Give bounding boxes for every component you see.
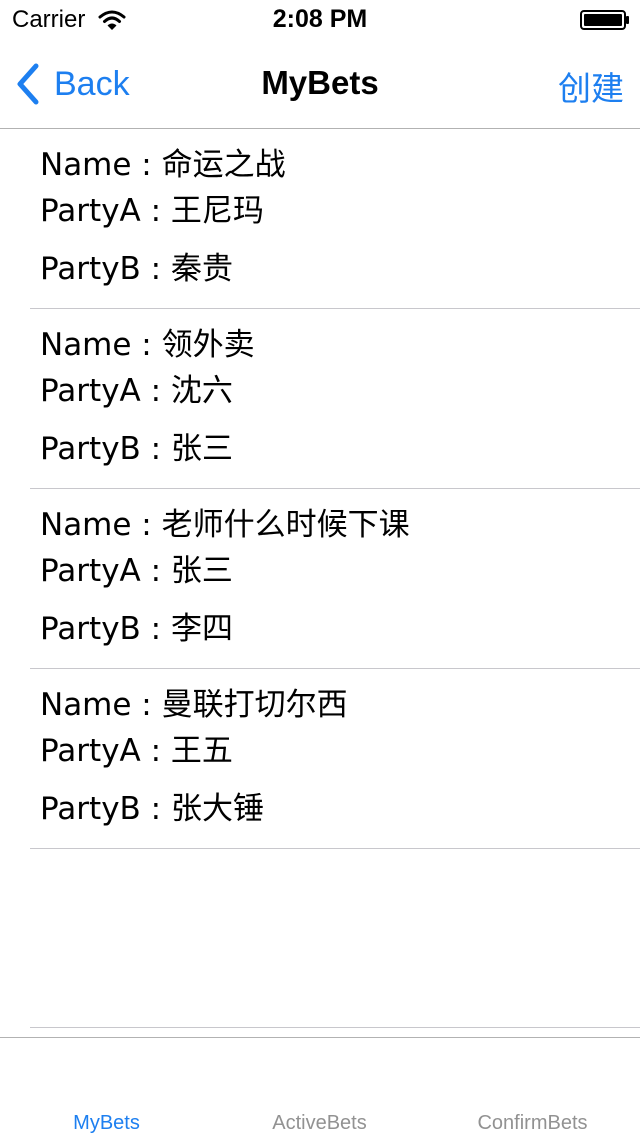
bet-name: Name : 命运之战 bbox=[40, 147, 286, 183]
bet-name: Name : 曼联打切尔西 bbox=[40, 687, 348, 723]
bet-party-a: PartyA : 王五 bbox=[40, 733, 233, 769]
bet-party-b: PartyB : 张三 bbox=[40, 431, 233, 467]
list-item[interactable]: Name : 领外卖 PartyA : 沈六 PartyB : 张三 bbox=[30, 309, 640, 489]
list-item[interactable]: Name : 老师什么时候下课 PartyA : 张三 PartyB : 李四 bbox=[30, 489, 640, 669]
divider bbox=[30, 1027, 640, 1028]
bet-party-a: PartyA : 张三 bbox=[40, 553, 233, 589]
tab-confirmbets[interactable]: ConfirmBets bbox=[426, 1112, 639, 1134]
bet-name: Name : 老师什么时候下课 bbox=[40, 507, 410, 543]
tab-activebets[interactable]: ActiveBets bbox=[213, 1112, 426, 1134]
page-title: MyBets bbox=[261, 64, 379, 101]
tab-mybets[interactable]: MyBets bbox=[0, 1112, 213, 1134]
bet-name: Name : 领外卖 bbox=[40, 327, 255, 363]
status-time: 2:08 PM bbox=[272, 5, 368, 33]
list-item[interactable]: Name : 命运之战 PartyA : 王尼玛 PartyB : 秦贵 bbox=[30, 129, 640, 309]
bet-party-a: PartyA : 沈六 bbox=[40, 373, 233, 409]
navigation-bar: Back MyBets 创建 bbox=[0, 40, 640, 129]
create-button[interactable]: 创建 bbox=[558, 62, 624, 110]
tab-bar: MyBets ActiveBets ConfirmBets bbox=[0, 1037, 640, 1134]
bet-list: Name : 命运之战 PartyA : 王尼玛 PartyB : 秦贵 Nam… bbox=[0, 129, 640, 849]
bet-party-a: PartyA : 王尼玛 bbox=[40, 193, 264, 229]
status-bar: Carrier 2:08 PM bbox=[0, 0, 640, 40]
screen: Carrier 2:08 PM Back MyBets 创建 Name : 命运… bbox=[0, 0, 640, 1134]
list-item[interactable]: Name : 曼联打切尔西 PartyA : 王五 PartyB : 张大锤 bbox=[30, 669, 640, 849]
bet-party-b: PartyB : 秦贵 bbox=[40, 251, 233, 287]
bet-party-b: PartyB : 张大锤 bbox=[40, 791, 264, 827]
bet-party-b: PartyB : 李四 bbox=[40, 611, 233, 647]
battery-icon bbox=[580, 10, 629, 30]
